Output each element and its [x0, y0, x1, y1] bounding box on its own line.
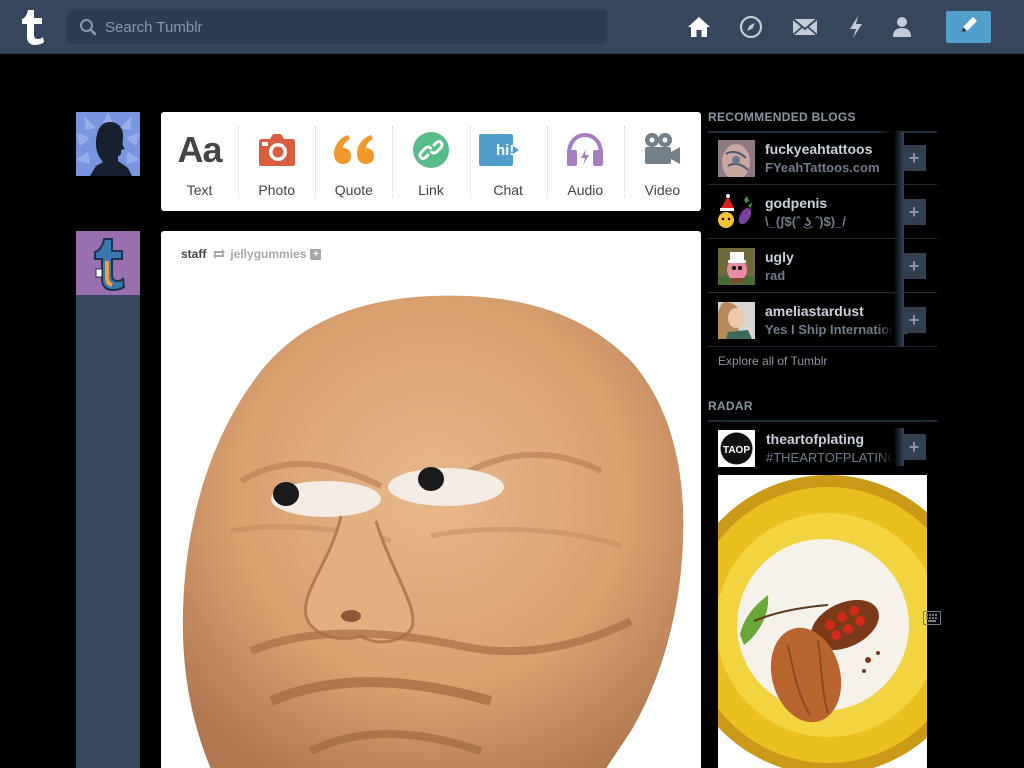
blog-avatar[interactable]	[718, 140, 755, 177]
activity-lightning-icon[interactable]	[843, 14, 869, 40]
keyboard-shortcuts-icon[interactable]	[923, 611, 941, 630]
radar-avatar-text: TAOP	[723, 445, 750, 456]
reblog-icon	[212, 248, 226, 260]
user-avatar[interactable]	[76, 112, 140, 176]
recommended-blogs-title: RECOMMENDED BLOGS	[708, 110, 937, 133]
follow-blog-button[interactable]: +	[310, 248, 322, 260]
chat-icon-text: hi!	[495, 141, 515, 159]
video-camera-icon	[642, 130, 682, 170]
fade-overlay	[878, 131, 904, 184]
staff-avatar[interactable]	[76, 231, 140, 295]
blog-avatar[interactable]	[718, 302, 755, 339]
explore-all-link[interactable]: Explore all of Tumblr	[718, 354, 827, 368]
radar-blog-name: theartofplating	[766, 431, 864, 447]
link-icon	[412, 130, 450, 170]
top-nav-bar	[0, 0, 1024, 54]
quote-icon	[333, 130, 375, 170]
recommended-blog-row[interactable]: fuckyeahtattoos FYeahTattoos.com +	[708, 131, 937, 185]
post-type-video-button[interactable]: Video	[623, 112, 701, 211]
pencil-icon	[959, 15, 979, 40]
tumblr-logo-icon[interactable]	[18, 8, 48, 46]
search-input[interactable]	[105, 10, 595, 44]
fade-overlay	[878, 239, 904, 292]
blog-avatar[interactable]	[718, 194, 755, 231]
radar-avatar[interactable]: TAOP	[718, 430, 755, 467]
post-type-audio-button[interactable]: Audio	[546, 112, 624, 211]
radar-photo[interactable]	[718, 475, 927, 768]
post-type-text-button[interactable]: Aa Text	[161, 112, 238, 211]
follow-button[interactable]: +	[902, 434, 926, 460]
post-header: staff jellygummies +	[181, 247, 322, 261]
recommended-blog-row[interactable]: godpenis \_(ʃ$(ˆ ͜ʖ ˆ)$)_/ +	[708, 185, 937, 239]
post-type-bar: Aa Text Photo Quote Link hi! Chat Audio	[161, 112, 701, 211]
recommended-blog-row[interactable]: ugly rad +	[708, 239, 937, 293]
post-type-label: Quote	[334, 182, 373, 198]
search-box[interactable]	[67, 10, 607, 44]
post-type-label: Link	[418, 182, 444, 198]
post-type-label: Text	[186, 182, 213, 198]
follow-button[interactable]: +	[902, 199, 926, 225]
camera-icon	[258, 130, 296, 170]
home-icon[interactable]	[686, 14, 712, 40]
headphones-icon	[565, 130, 605, 170]
inbox-envelope-icon[interactable]	[792, 14, 818, 40]
post-type-photo-button[interactable]: Photo	[238, 112, 315, 211]
reblog-trail-bar	[76, 295, 140, 768]
text-icon: Aa	[177, 129, 223, 170]
post-type-quote-button[interactable]: Quote	[315, 112, 392, 211]
post-photo[interactable]	[161, 271, 701, 768]
radar-title: RADAR	[708, 399, 937, 422]
chat-icon: hi!	[478, 130, 519, 170]
follow-button[interactable]: +	[902, 253, 926, 279]
post-type-label: Video	[644, 182, 681, 198]
radar-blog-row[interactable]: TAOP theartofplating #THEARTOFPLATING +	[708, 428, 937, 468]
dashboard-post: staff jellygummies +	[161, 231, 701, 768]
post-type-label: Chat	[493, 182, 523, 198]
fade-overlay	[878, 293, 904, 346]
post-author-link[interactable]: staff	[181, 247, 206, 261]
fade-overlay	[878, 428, 904, 466]
post-type-label: Photo	[258, 182, 295, 198]
compose-post-button[interactable]	[946, 11, 991, 43]
follow-button[interactable]: +	[902, 145, 926, 171]
post-type-link-button[interactable]: Link	[392, 112, 469, 211]
blog-avatar[interactable]	[718, 248, 755, 285]
reblogged-from-link[interactable]: jellygummies	[230, 247, 306, 261]
post-type-chat-button[interactable]: hi! Chat	[469, 112, 547, 211]
explore-compass-icon[interactable]	[738, 14, 764, 40]
post-type-label: Audio	[567, 182, 604, 198]
fade-overlay	[878, 185, 904, 238]
follow-button[interactable]: +	[902, 307, 926, 333]
search-icon	[79, 18, 97, 41]
recommended-blog-row[interactable]: ameliastardust Yes I Ship International …	[708, 293, 937, 347]
account-person-icon[interactable]	[889, 14, 915, 40]
